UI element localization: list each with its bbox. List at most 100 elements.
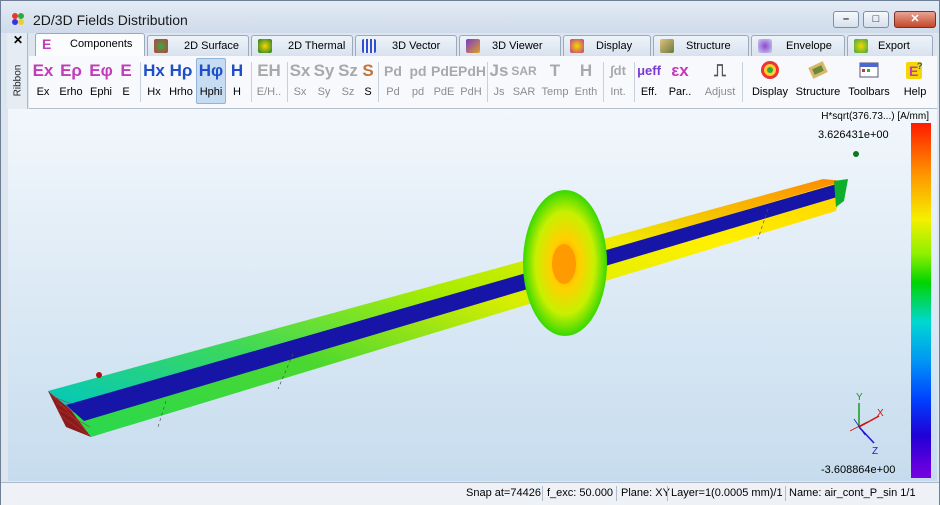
effective-button[interactable]: μeff Eff.: [636, 59, 662, 105]
app-window: 2D/3D Fields Distribution – □ ✕ ✕ Ribbon…: [0, 0, 940, 505]
axis-label-x: X: [877, 408, 884, 419]
minimize-button[interactable]: –: [833, 11, 859, 28]
status-bar: Snap at=74426 f_exc: 50.000 Plane: XY La…: [1, 482, 939, 505]
enth-icon: H: [579, 61, 593, 80]
tab-label: Structure: [686, 40, 731, 52]
toolbar: Ex Ex Eρ Erho Eφ Ephi EE Hx Hx Hρ Hrho Hφ Hphi…: [29, 56, 937, 109]
e-icon: E: [120, 61, 132, 80]
status-layer: Layer=1(0.0005 mm)/1: [671, 487, 783, 499]
eh-ratio-button[interactable]: EH E/H..: [254, 59, 284, 105]
colorbar-max-label: 3.626431e+00: [818, 129, 889, 141]
separator: [378, 62, 379, 102]
components-icon: E: [42, 36, 52, 52]
enth-button[interactable]: H Enth: [572, 59, 600, 105]
tab-strip: E Components 2D Surface 2D Thermal 3D Ve…: [29, 33, 937, 56]
tab-export[interactable]: Export: [847, 35, 933, 56]
sy-icon: Sy: [313, 61, 335, 80]
envelope-icon: [758, 39, 772, 53]
field-viewport[interactable]: Y X Z H*sqrt(376.73...) [A/mm] 3.626431e…: [8, 109, 937, 481]
minimize-icon: –: [842, 13, 850, 25]
s-button[interactable]: SS: [361, 59, 375, 105]
axis-label-z: Z: [872, 446, 878, 457]
status-divider: [785, 486, 786, 501]
structure-button[interactable]: Structure: [794, 59, 842, 105]
pd-small-button[interactable]: pd pd: [406, 59, 430, 105]
window-title: 2D/3D Fields Distribution: [33, 12, 188, 28]
mu-eff-icon: μeff: [637, 63, 661, 78]
hrho-button[interactable]: Hρ Hrho: [167, 59, 195, 105]
help-button[interactable]: E? Help: [900, 59, 930, 105]
tab-2d-thermal[interactable]: 2D Thermal: [251, 35, 353, 56]
tab-components[interactable]: E Components: [35, 33, 145, 56]
pdh-button[interactable]: PdH PdH: [458, 59, 486, 105]
toolbars-icon: [859, 62, 879, 78]
svg-text:?: ?: [917, 61, 923, 71]
eh-icon: EH: [257, 61, 281, 80]
status-divider: [667, 486, 668, 501]
axis-label-y: Y: [856, 392, 863, 403]
pd-button[interactable]: Pd Pd: [381, 59, 405, 105]
ribbon-close-button[interactable]: ✕: [13, 33, 23, 47]
pdh-icon: PdH: [458, 63, 486, 79]
toolbars-button[interactable]: Toolbars: [846, 59, 892, 105]
tab-label: Components: [70, 38, 133, 50]
sar-button[interactable]: SAR SAR: [511, 59, 537, 105]
js-button[interactable]: Js Js: [489, 59, 509, 105]
epsilon-icon: εx: [671, 61, 689, 80]
tab-2d-surface[interactable]: 2D Surface: [147, 35, 249, 56]
probe-marker-end[interactable]: [853, 151, 859, 157]
sx-button[interactable]: Sx Sx: [289, 59, 311, 105]
integral-icon: ∫dt: [610, 63, 626, 78]
sy-button[interactable]: Sy Sy: [313, 59, 335, 105]
field-plot-canvas: Y X Z: [48, 151, 884, 457]
hx-icon: Hx: [143, 61, 165, 80]
help-icon: E?: [906, 61, 923, 79]
tab-label: 2D Surface: [184, 40, 240, 52]
display-button[interactable]: Display: [748, 59, 792, 105]
tab-envelope[interactable]: Envelope: [751, 35, 845, 56]
probe-marker-start[interactable]: [96, 372, 102, 378]
tab-3d-vector[interactable]: 3D Vector: [355, 35, 457, 56]
erho-button[interactable]: Eρ Erho: [56, 59, 86, 105]
structure-icon: [808, 61, 828, 79]
hphi-button[interactable]: Hφ Hphi: [196, 58, 226, 104]
close-window-button[interactable]: ✕: [894, 11, 936, 28]
maximize-icon: □: [872, 13, 880, 25]
structure-icon: [660, 39, 674, 53]
title-bar: 2D/3D Fields Distribution – □ ✕: [1, 1, 939, 33]
sx-icon: Sx: [289, 61, 311, 80]
temp-button[interactable]: T Temp: [540, 59, 570, 105]
tab-label: 3D Vector: [392, 40, 441, 52]
separator: [742, 62, 743, 102]
h-button[interactable]: HH: [227, 59, 247, 105]
tab-display[interactable]: Display: [563, 35, 651, 56]
h-icon: H: [230, 61, 244, 80]
disk-hole: [552, 244, 576, 284]
pde-button[interactable]: PdE PdE: [431, 59, 458, 105]
sar-icon: SAR: [511, 64, 537, 78]
beam-far-end: [834, 179, 848, 207]
js-icon: Js: [489, 61, 509, 80]
app-icon: [12, 13, 24, 25]
tab-structure[interactable]: Structure: [653, 35, 749, 56]
axis-triad: Y X Z: [849, 392, 884, 457]
status-snap: Snap at=74426: [466, 487, 541, 499]
e-button[interactable]: EE: [116, 59, 136, 105]
ephi-button[interactable]: Eφ Ephi: [87, 59, 115, 105]
status-name: Name: air_cont_P_sin 1/1: [789, 487, 916, 499]
s-icon: S: [362, 61, 374, 80]
integrate-button[interactable]: ∫dt Int.: [606, 59, 630, 105]
maximize-button[interactable]: □: [863, 11, 889, 28]
tab-3d-viewer[interactable]: 3D Viewer: [459, 35, 561, 56]
hx-button[interactable]: Hx Hx: [142, 59, 166, 105]
ex-button[interactable]: Ex Ex: [31, 59, 55, 105]
sz-button[interactable]: Sz Sz: [337, 59, 359, 105]
display-icon: [570, 39, 584, 53]
parameters-button[interactable]: εx Par..: [666, 59, 694, 105]
adjust-button[interactable]: ⎍ Adjust: [702, 59, 738, 105]
beam-top-face: [48, 179, 844, 409]
ex-icon: Ex: [32, 61, 54, 80]
status-plane: Plane: XY: [621, 487, 670, 499]
ribbon-side-panel: ✕ Ribbon: [7, 33, 28, 109]
separator: [603, 62, 604, 102]
